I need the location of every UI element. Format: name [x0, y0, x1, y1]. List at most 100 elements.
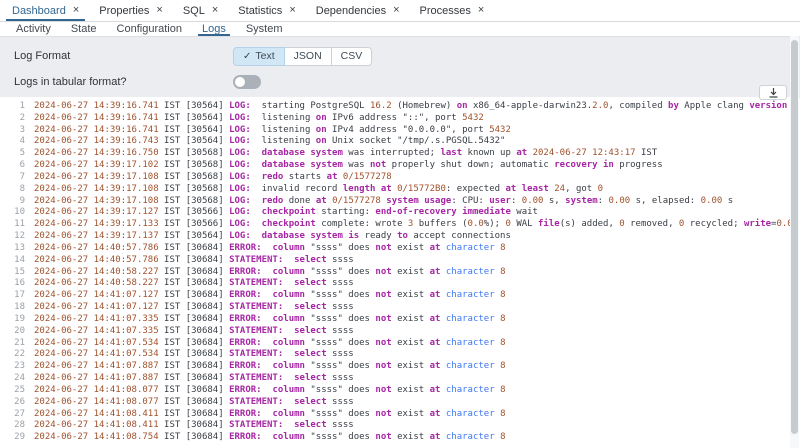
window-tab-statistics[interactable]: Statistics× — [228, 0, 305, 21]
log-line-text: 2024-06-27 14:41:07.534 IST [30684] ERRO… — [34, 338, 506, 350]
line-number: 6 — [0, 160, 25, 172]
log-line-text: 2024-06-27 14:40:58.227 IST [30684] STAT… — [34, 278, 354, 290]
log-line: 2 2024-06-27 14:39:16.741 IST [30564] LOG… — [0, 113, 790, 125]
dashboard-subtab-bar: ActivityStateConfigurationLogsSystem — [0, 22, 800, 37]
subtab-logs[interactable]: Logs — [192, 22, 236, 36]
tab-label: Processes — [420, 5, 471, 17]
log-format-label: Log Format — [14, 50, 233, 62]
line-number: 18 — [0, 302, 25, 314]
log-line-text: 2024-06-27 14:41:07.335 IST [30684] ERRO… — [34, 314, 506, 326]
subtab-configuration[interactable]: Configuration — [107, 22, 192, 36]
window-tab-dashboard[interactable]: Dashboard × — [2, 0, 89, 21]
vertical-scrollbar-track[interactable] — [790, 36, 799, 448]
vertical-scrollbar-thumb[interactable] — [791, 40, 798, 434]
tab-label: SQL — [183, 5, 205, 17]
log-line: 13 2024-06-27 14:40:57.786 IST [30684] ER… — [0, 243, 790, 255]
line-number: 21 — [0, 338, 25, 350]
log-line: 32024-06-27 14:39:16.741 IST [30564] LOG… — [0, 125, 790, 137]
log-line-text: 2024-06-27 14:39:17.102 IST [30568] LOG:… — [34, 160, 663, 172]
tab-label: Dashboard — [12, 5, 66, 17]
tab-close-icon[interactable]: × — [289, 5, 295, 16]
log-line-text: 2024-06-27 14:41:07.335 IST [30684] STAT… — [34, 326, 354, 338]
tab-close-icon[interactable]: × — [393, 5, 399, 16]
tab-close-icon[interactable]: × — [73, 5, 79, 16]
log-line-text: 2024-06-27 14:39:16.750 IST [30568] LOG:… — [34, 148, 657, 160]
pgadmin-dashboard-panel: Dashboard×Properties×SQL×Statistics×Depe… — [0, 0, 800, 448]
log-format-button-group: ✓ Text JSON CSV — [233, 47, 372, 66]
line-number: 13 — [0, 243, 25, 255]
log-controls-panel: Log Format ✓ Text JSON CSV Logs in tabular … — [0, 37, 800, 98]
line-number: 20 — [0, 326, 25, 338]
line-number: 15 — [0, 267, 25, 279]
window-tab-sql[interactable]: SQL × — [173, 0, 228, 21]
log-line-text: 2024-06-27 14:39:16.743 IST [30564] LOG:… — [34, 136, 505, 148]
log-line-text: 2024-06-27 14:40:57.786 IST [30684] STAT… — [34, 255, 354, 267]
line-number: 23 — [0, 361, 25, 373]
tabular-format-toggle[interactable] — [233, 75, 261, 89]
line-number: 26 — [0, 397, 25, 409]
subtab-system[interactable]: System — [236, 22, 293, 36]
log-viewer[interactable]: 12024-06-27 14:39:16.741 IST [30564] LOG… — [0, 97, 790, 448]
log-line-text: 2024-06-27 14:40:57.786 IST [30684] ERRO… — [34, 243, 506, 255]
log-line: 92024-06-27 14:39:17.108 IST [30568] LOG… — [0, 196, 790, 208]
log-line-text: 2024-06-27 14:41:08.077 IST [30684] STAT… — [34, 397, 354, 409]
log-line-text: 2024-06-27 14:41:07.887 IST [30684] STAT… — [34, 373, 354, 385]
log-line-text: 2024-06-27 14:41:07.534 IST [30684] STAT… — [34, 349, 354, 361]
download-logs-button[interactable] — [759, 85, 787, 100]
log-line-text: 2024-06-27 14:39:16.741 IST [30564] LOG:… — [34, 101, 790, 113]
log-format-csv-button[interactable]: CSV — [332, 47, 373, 66]
line-number: 2 — [0, 113, 25, 125]
log-line: 26 2024-06-27 14:41:08.077 IST [30684] ST… — [0, 397, 790, 409]
tab-close-icon[interactable]: × — [478, 5, 484, 16]
subtab-activity[interactable]: Activity — [6, 22, 61, 36]
subtab-state[interactable]: State — [61, 22, 107, 36]
line-number: 8 — [0, 184, 25, 196]
check-icon: ✓ — [243, 51, 251, 62]
log-line-text: 2024-06-27 14:39:17.137 IST [30564] LOG:… — [34, 231, 511, 243]
line-number: 19 — [0, 314, 25, 326]
format-button-label: Text — [255, 50, 274, 62]
log-format-text-button[interactable]: ✓ Text — [233, 47, 285, 66]
log-line-text: 2024-06-27 14:40:58.227 IST [30684] ERRO… — [34, 267, 506, 279]
line-number: 29 — [0, 432, 25, 444]
log-line: 12024-06-27 14:39:16.741 IST [30564] LOG… — [0, 101, 790, 113]
log-line-text: 2024-06-27 14:39:17.127 IST [30566] LOG:… — [34, 207, 538, 219]
log-line: 22 2024-06-27 14:41:07.534 IST [30684] ST… — [0, 349, 790, 361]
log-line: 20 2024-06-27 14:41:07.335 IST [30684] ST… — [0, 326, 790, 338]
log-line-text: 2024-06-27 14:41:07.127 IST [30684] ERRO… — [34, 290, 506, 302]
log-line: 19 2024-06-27 14:41:07.335 IST [30684] ER… — [0, 314, 790, 326]
log-line: 122024-06-27 14:39:17.137 IST [30564] LO… — [0, 231, 790, 243]
log-line-text: 2024-06-27 14:41:07.127 IST [30684] STAT… — [34, 302, 354, 314]
tab-close-icon[interactable]: × — [156, 5, 162, 16]
log-line: 16 2024-06-27 14:40:58.227 IST [30684] ST… — [0, 278, 790, 290]
log-line: 112024-06-27 14:39:17.133 IST [30566] LO… — [0, 219, 790, 231]
log-line: 15 2024-06-27 14:40:58.227 IST [30684] ER… — [0, 267, 790, 279]
tabular-format-label: Logs in tabular format? — [14, 76, 233, 88]
log-line: 72024-06-27 14:39:17.108 IST [30568] LOG… — [0, 172, 790, 184]
log-line-text: 2024-06-27 14:41:07.887 IST [30684] ERRO… — [34, 361, 506, 373]
log-line-text: 2024-06-27 14:39:17.108 IST [30568] LOG:… — [34, 184, 603, 196]
log-line-text: 2024-06-27 14:39:17.108 IST [30568] LOG:… — [34, 196, 733, 208]
download-icon — [769, 88, 778, 98]
log-line: 282024-06-27 14:41:08.411 IST [30684] ST… — [0, 420, 790, 432]
log-line: 272024-06-27 14:41:08.411 IST [30684] ER… — [0, 409, 790, 421]
toggle-knob — [235, 77, 245, 87]
log-line: 23 2024-06-27 14:41:07.887 IST [30684] ER… — [0, 361, 790, 373]
log-line: 5 2024-06-27 14:39:16.750 IST [30568] LOG… — [0, 148, 790, 160]
line-number: 27 — [0, 409, 25, 421]
log-line-text: 2024-06-27 14:39:16.741 IST [30564] LOG:… — [34, 113, 484, 125]
window-tab-dependencies[interactable]: Dependencies× — [306, 0, 410, 21]
line-number: 16 — [0, 278, 25, 290]
log-line: 21 2024-06-27 14:41:07.534 IST [30684] ER… — [0, 338, 790, 350]
format-button-label: CSV — [341, 50, 363, 62]
format-button-label: JSON — [294, 50, 322, 62]
log-line: 42024-06-27 14:39:16.743 IST [30564] LOG… — [0, 136, 790, 148]
log-format-json-button[interactable]: JSON — [285, 47, 332, 66]
tab-close-icon[interactable]: × — [212, 5, 218, 16]
line-number: 22 — [0, 349, 25, 361]
log-line-text: 2024-06-27 14:39:17.133 IST [30566] LOG:… — [34, 219, 790, 231]
window-tab-properties[interactable]: Properties× — [89, 0, 173, 21]
line-number: 5 — [0, 148, 25, 160]
line-number: 25 — [0, 385, 25, 397]
window-tab-processes[interactable]: Processes × — [410, 0, 495, 21]
